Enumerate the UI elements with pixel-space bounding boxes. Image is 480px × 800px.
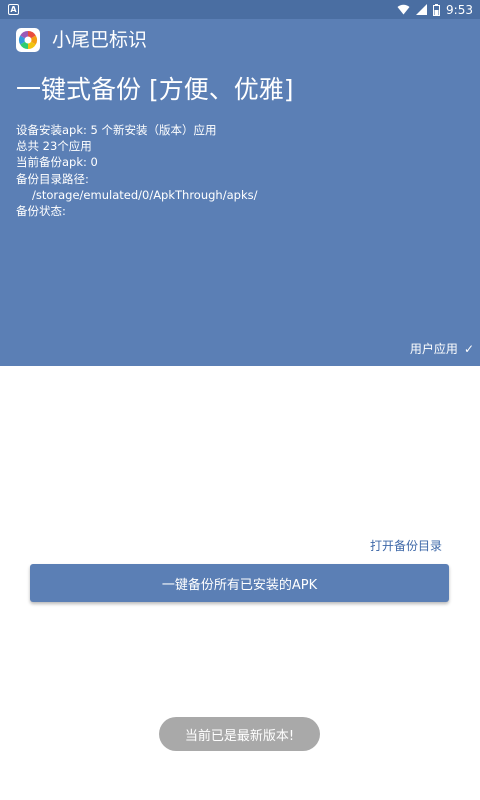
open-backup-dir-link[interactable]: 打开备份目录	[370, 537, 442, 555]
backup-info: 设备安装apk: 5 个新安装（版本）应用 总共 23个应用 当前备份apk: …	[16, 122, 257, 219]
toast-message: 当前已是最新版本!	[159, 717, 320, 751]
check-icon: ✓	[463, 342, 474, 356]
main-title: 一键式备份 [方便、优雅]	[16, 75, 294, 104]
backup-status: 备份状态:	[16, 204, 66, 219]
battery-icon	[433, 3, 441, 16]
backup-dir-label: 备份目录路径:	[16, 171, 89, 186]
status-bar: A 9:53	[0, 0, 480, 19]
header-panel: 小尾巴标识 一键式备份 [方便、优雅] 设备安装apk: 5 个新安装（版本）应…	[0, 19, 480, 366]
current-backup-count: 当前备份apk: 0	[16, 155, 98, 170]
backup-all-button[interactable]: 一键备份所有已安装的APK	[30, 564, 449, 602]
status-icons: 9:53	[397, 0, 473, 19]
app-logo-icon	[16, 28, 40, 52]
filter-label: 用户应用	[409, 342, 458, 356]
installed-apk-count: 设备安装apk: 5 个新安装（版本）应用	[16, 123, 217, 137]
wifi-icon	[397, 4, 410, 15]
app-title: 小尾巴标识	[52, 29, 148, 51]
clock: 9:53	[446, 2, 473, 17]
backup-dir-path: /storage/emulated/0/ApkThrough/apks/	[32, 187, 258, 202]
total-apps: 总共 23个应用	[16, 139, 92, 154]
signal-icon	[416, 4, 428, 15]
user-apps-filter[interactable]: 用户应用 ✓	[410, 340, 474, 358]
notification-icon: A	[8, 4, 19, 15]
